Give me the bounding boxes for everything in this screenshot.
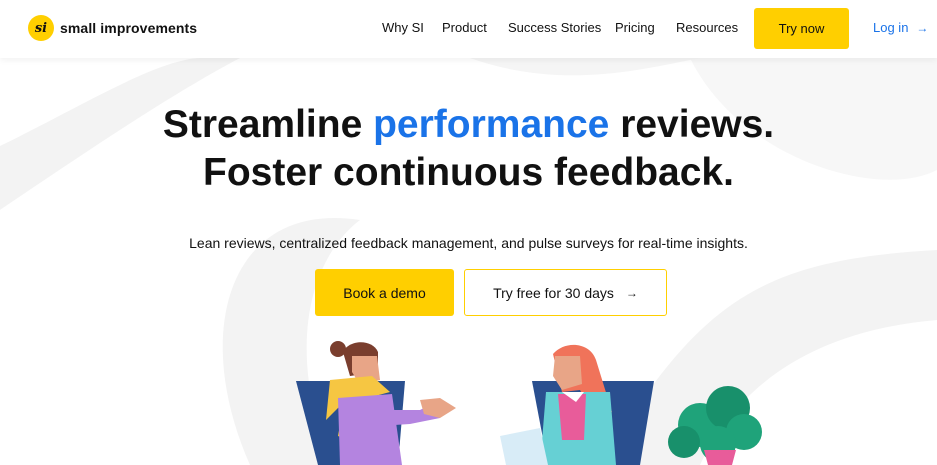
login-link[interactable]: Log in → [873,20,928,35]
free-trial-button[interactable]: Try free for 30 days → [464,269,667,316]
brand-logo[interactable]: si small improvements [28,15,197,41]
logo-mark-icon: si [28,15,54,41]
nav-item-pricing[interactable]: Pricing [615,20,655,35]
nav-item-why-si[interactable]: Why SI [382,20,424,35]
plant-decoration [668,386,762,465]
logo-text: small improvements [60,20,198,36]
right-person-figure [500,344,616,465]
hero-subtext: Lean reviews, centralized feedback manag… [189,235,748,251]
headline-text-a: Streamline [162,103,374,146]
nav-item-resources[interactable]: Resources [676,20,738,35]
headline-text-b: reviews. [609,103,775,146]
book-demo-button[interactable]: Book a demo [315,269,454,316]
hero-illustration [296,341,762,465]
arrow-right-icon: → [625,285,638,300]
try-now-button[interactable]: Try now [754,8,849,49]
free-trial-label: Try free for 30 days [493,284,614,301]
nav-item-success-stories[interactable]: Success Stories [508,20,601,35]
arrow-right-icon: → [916,20,929,35]
hero-headline-line1: Streamline performance reviews. [0,102,937,148]
site-header: si small improvements Why SI Product Suc… [0,0,937,58]
login-label: Log in [873,20,909,35]
headline-highlight: performance [373,103,610,146]
nav-item-product[interactable]: Product [442,20,487,35]
hero-headline-line2: Foster continuous feedback. [203,151,734,194]
left-person-figure [326,341,456,465]
